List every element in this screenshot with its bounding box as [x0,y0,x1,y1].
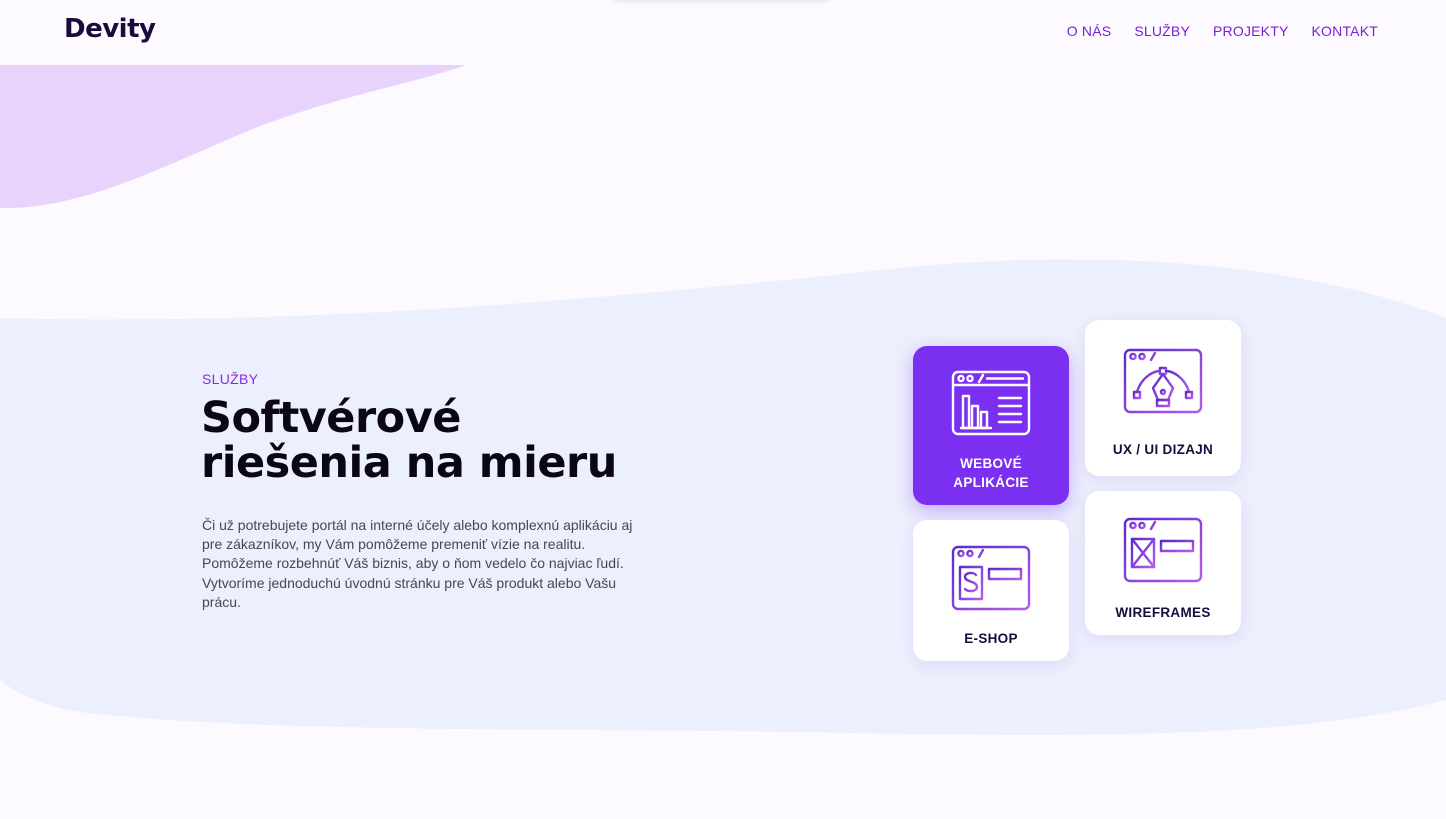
service-card-e-shop[interactable]: E-SHOP [913,520,1069,661]
card-label: UX / UI DIZAJN [1112,442,1214,457]
browser-chart-icon [951,370,1031,436]
services-description: Či už potrebujete portál na interné účel… [202,517,633,610]
card-label: WIREFRAMES [1115,605,1211,620]
main-nav: O NÁS SLUŽBY PROJEKTY KONTAKT [1067,23,1378,39]
browser-wireframe-icon [1123,517,1203,583]
services-headline: Softvérové riešenia na mieru [201,396,617,486]
nav-sluzby[interactable]: SLUŽBY [1134,23,1190,39]
browser-pen-tool-icon [1123,348,1203,414]
devity-logo[interactable]: Devity [64,14,156,44]
card-label: E-SHOP [964,631,1018,646]
headline-line-2: riešenia na mieru [201,438,617,488]
nav-kontakt[interactable]: KONTAKT [1312,23,1378,39]
service-card-wireframes[interactable]: WIREFRAMES [1085,491,1241,635]
service-card-ux-ui[interactable]: UX / UI DIZAJN [1085,320,1241,476]
nav-o-nas[interactable]: O NÁS [1067,23,1112,39]
top-left-blob [0,65,466,209]
card-label: WEBOVÉ APLIKÁCIE [953,456,1029,490]
nav-projekty[interactable]: PROJEKTY [1213,23,1289,39]
headline-line-1: Softvérové [201,393,461,443]
service-card-web-apps[interactable]: WEBOVÉ APLIKÁCIE [913,346,1069,505]
browser-dollar-icon [951,545,1031,611]
section-label: SLUŽBY [202,371,259,387]
